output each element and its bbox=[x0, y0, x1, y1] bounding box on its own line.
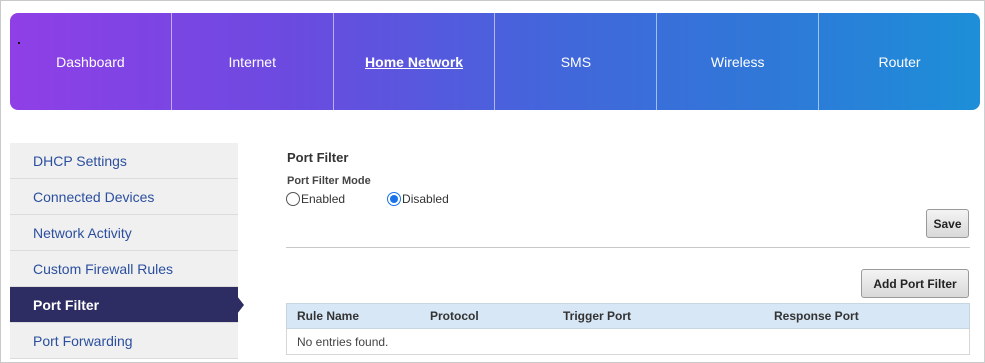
sidebar-item-port-filter[interactable]: Port Filter bbox=[10, 287, 244, 323]
table-row: No entries found. bbox=[286, 329, 970, 355]
sidebar-item-dhcp-settings[interactable]: DHCP Settings bbox=[10, 143, 238, 179]
sidebar-item-port-forwarding[interactable]: Port Forwarding bbox=[10, 323, 238, 359]
radio-disabled-label: Disabled bbox=[402, 192, 449, 206]
nav-item-internet[interactable]: Internet bbox=[172, 13, 334, 110]
sidebar-item-network-activity[interactable]: Network Activity bbox=[10, 215, 238, 251]
top-navigation: Dashboard Internet Home Network SMS Wire… bbox=[10, 13, 980, 110]
port-filter-mode-group: Enabled Disabled bbox=[286, 192, 449, 206]
nav-item-router[interactable]: Router bbox=[819, 13, 980, 110]
radio-disabled[interactable]: Disabled bbox=[387, 192, 449, 206]
table-header: Rule Name Protocol Trigger Port Response… bbox=[286, 303, 970, 329]
sidebar-item-connected-devices[interactable]: Connected Devices bbox=[10, 179, 238, 215]
divider bbox=[286, 247, 970, 248]
column-header-response-port: Response Port bbox=[774, 309, 859, 323]
port-filter-table: Rule Name Protocol Trigger Port Response… bbox=[286, 303, 970, 355]
nav-item-home-network[interactable]: Home Network bbox=[334, 13, 496, 110]
radio-enabled-label: Enabled bbox=[301, 192, 346, 206]
port-filter-mode-label: Port Filter Mode bbox=[287, 175, 371, 187]
column-header-trigger-port: Trigger Port bbox=[563, 309, 632, 323]
dot-mark bbox=[18, 42, 20, 44]
sidebar: DHCP Settings Connected Devices Network … bbox=[10, 143, 244, 359]
radio-enabled[interactable]: Enabled bbox=[286, 192, 345, 206]
add-port-filter-button[interactable]: Add Port Filter bbox=[861, 269, 969, 298]
save-button[interactable]: Save bbox=[926, 209, 969, 238]
column-header-rule-name: Rule Name bbox=[297, 309, 360, 323]
nav-item-sms[interactable]: SMS bbox=[495, 13, 658, 110]
empty-message: No entries found. bbox=[297, 334, 389, 349]
page-title: Port Filter bbox=[287, 150, 349, 165]
radio-disabled-circle[interactable] bbox=[387, 192, 402, 206]
nav-item-dashboard[interactable]: Dashboard bbox=[10, 13, 172, 110]
sidebar-item-custom-firewall-rules[interactable]: Custom Firewall Rules bbox=[10, 251, 238, 287]
nav-item-wireless[interactable]: Wireless bbox=[657, 13, 820, 110]
radio-enabled-circle[interactable] bbox=[286, 192, 300, 206]
column-header-protocol: Protocol bbox=[430, 309, 479, 323]
